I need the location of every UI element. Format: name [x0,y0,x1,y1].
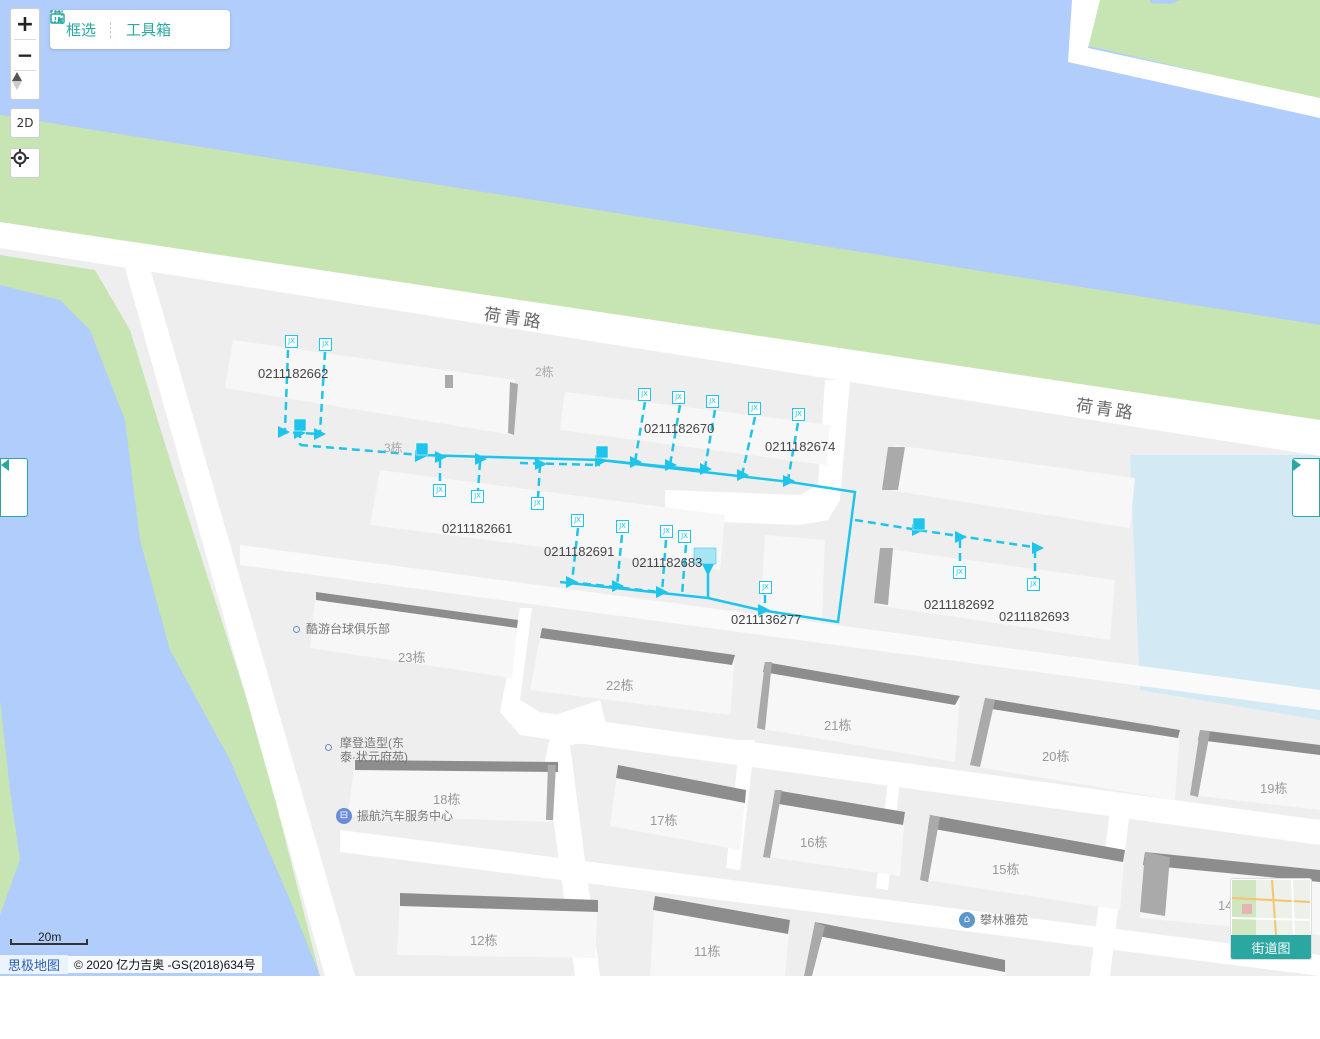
jx-node-icon[interactable]: JX [706,395,719,408]
toolbox-button[interactable]: 工具箱 [50,10,172,49]
toolbox-label: 工具箱 [126,22,172,39]
jx-node-icon[interactable]: JX [638,388,651,401]
chevron-right-icon [1293,459,1301,471]
toolbox-icon [50,11,65,24]
jx-node-icon[interactable]: JX [319,338,332,351]
street-map-thumbnail [1232,880,1310,935]
jx-node-icon[interactable]: JX [285,335,298,348]
jx-node-icon[interactable]: JX [678,530,691,543]
street-map-switch[interactable]: 街道图 [1230,878,1312,960]
compass-button[interactable] [11,71,39,101]
scale-bar: 20m [10,930,90,948]
scale-label: 20m [38,930,62,944]
zoom-control: + − [10,8,40,100]
jx-node-icon[interactable]: JX [571,514,584,527]
right-panel-toggle[interactable] [1292,458,1320,517]
map-toolbar: 框选 工具箱 [50,10,230,49]
jx-node-icon[interactable]: JX [660,525,673,538]
jx-node-icon[interactable]: JX [748,402,761,415]
jx-node-icon[interactable]: JX [759,581,772,594]
left-panel-toggle[interactable] [0,458,28,517]
map-canvas[interactable]: JX JX JX JX JX JX JX JX JX JX JX JX JX JX JX JX JX 荷青路 荷… [0,0,1320,976]
compass-icon [12,72,22,90]
locate-button[interactable] [10,148,40,178]
box-select-label: 框选 [66,22,97,39]
box-select-button[interactable]: 框选 [50,10,97,49]
map-layer [0,0,1320,976]
jx-node-icon[interactable]: JX [792,408,805,421]
scale-line [10,939,88,945]
locate-icon [11,149,29,167]
jx-node-icon[interactable]: JX [471,490,484,503]
zoom-out-button[interactable]: − [11,40,39,70]
map-logo[interactable]: 思极地图 [0,954,69,974]
attribution: 思极地图 © 2020 亿力吉奥 -GS(2018)634号 [0,954,262,974]
view-2d-button[interactable]: 2D [10,108,40,138]
jx-node-icon[interactable]: JX [953,566,966,579]
jx-node-icon[interactable]: JX [531,497,544,510]
chevron-left-icon [1,459,9,471]
street-map-label: 街道图 [1231,935,1311,959]
jx-node-icon[interactable]: JX [1027,578,1040,591]
copyright-text: © 2020 亿力吉奥 -GS(2018)634号 [68,955,262,973]
jx-node-icon[interactable]: JX [616,520,629,533]
zoom-in-button[interactable]: + [11,9,39,39]
jx-node-icon[interactable]: JX [433,484,446,497]
jx-node-icon[interactable]: JX [672,391,685,404]
